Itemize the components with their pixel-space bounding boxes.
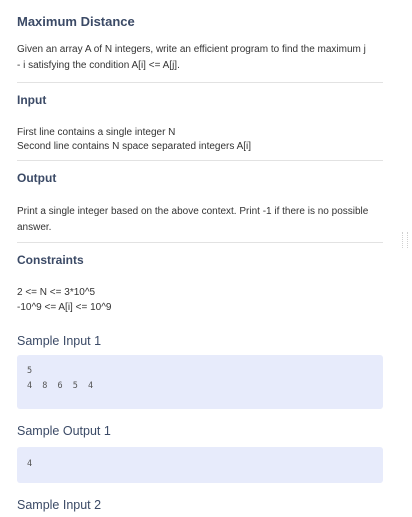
constraint-line-2: -10^9 <= A[i] <= 10^9	[17, 302, 112, 313]
input-heading: Input	[17, 93, 47, 107]
sample-input-1-line-2: 4 8 6 5 4	[27, 381, 95, 391]
problem-content: Maximum Distance Given an array A of N i…	[17, 0, 383, 513]
problem-description: Given an array A of N integers, write an…	[17, 44, 366, 71]
constraints-heading: Constraints	[17, 253, 84, 267]
constraint-line-1: 2 <= N <= 3*10^5	[17, 287, 96, 298]
sample-input-1-heading: Sample Input 1	[17, 334, 102, 348]
problem-title: Maximum Distance	[17, 14, 135, 29]
sample-output-1-heading: Sample Output 1	[17, 424, 111, 438]
problem-page: Maximum Distance Given an array A of N i…	[0, 0, 412, 517]
sample-output-1-line-1: 4	[27, 459, 33, 469]
section-divider	[17, 160, 383, 161]
output-heading: Output	[17, 171, 57, 185]
scrollbar-grip-icon[interactable]	[402, 232, 408, 248]
scrollbar[interactable]	[402, 0, 411, 517]
sample-output-1-box: 4	[17, 447, 383, 483]
input-line-2: Second line contains N space separated i…	[17, 141, 252, 152]
output-text: Print a single integer based on the abov…	[17, 206, 369, 233]
input-line-1: First line contains a single integer N	[17, 127, 176, 138]
sample-input-1-line-1: 5	[27, 366, 33, 376]
sample-input-2-heading: Sample Input 2	[17, 498, 102, 512]
section-divider	[17, 82, 383, 83]
sample-input-1-box: 5 4 8 6 5 4	[17, 355, 383, 409]
section-divider	[17, 242, 383, 243]
